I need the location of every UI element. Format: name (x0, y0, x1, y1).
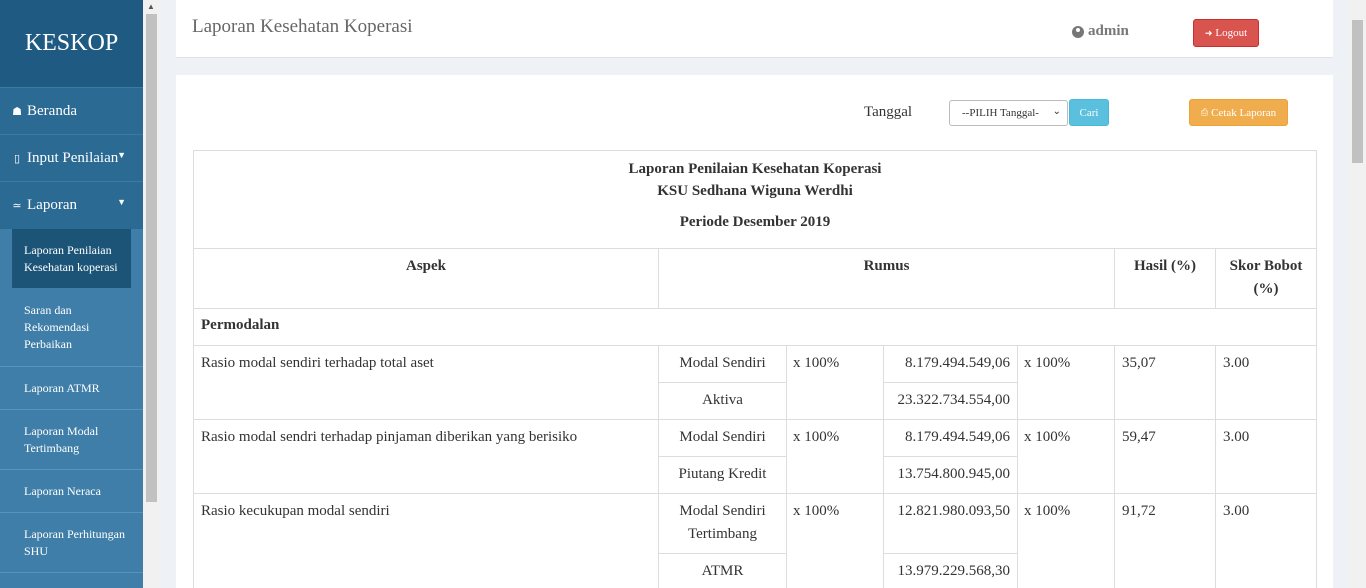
numerator-value: 8.179.494.549,06 (883, 345, 1018, 383)
page-scrollbar[interactable] (1349, 0, 1366, 588)
report-periode: Periode Desember 2019 (679, 214, 831, 230)
search-button[interactable]: Cari (1069, 99, 1109, 126)
page-title: Laporan Kesehatan Koperasi (192, 16, 413, 37)
print-report-button[interactable]: ⎙ Cetak Laporan (1189, 99, 1288, 126)
chevron-down-icon: ⌄ (1052, 106, 1061, 117)
date-select[interactable]: --PILIH Tanggal- ⌄ (949, 100, 1068, 126)
logout-label: Logout (1215, 27, 1248, 39)
aspect-name: Rasio modal sendiri terhadap total aset (193, 345, 659, 420)
aspect-name: Rasio kecukupan modal sendiri (193, 493, 659, 588)
submenu-laporan[interactable]: Laporan (0, 573, 143, 588)
column-header-rumus: Rumus (658, 248, 1115, 309)
submenu-laporan-penilaian[interactable]: Laporan Penilaian Kesehatan koperasi (12, 229, 131, 288)
denominator-label: ATMR (658, 553, 787, 588)
multiplier: x 100% (1017, 419, 1115, 494)
denominator-value: 23.322.734.554,00 (883, 382, 1018, 420)
skor-value: 3.00 (1215, 345, 1317, 420)
sidebar-item-laporan[interactable]: ≃ Laporan ▼ (0, 182, 143, 229)
username: admin (1088, 23, 1129, 39)
printer-icon: ⎙ (1200, 107, 1209, 117)
aspect-name: Rasio modal sendri terhadap pinjaman dib… (193, 419, 659, 494)
column-header-hasil: Hasil (%) (1114, 248, 1216, 309)
multiplier: x 100% (786, 419, 884, 494)
numerator-value: 8.179.494.549,06 (883, 419, 1018, 457)
caret-down-icon: ▼ (117, 150, 126, 160)
report-heading: Laporan Penilaian Kesehatan Koperasi KSU… (193, 150, 1317, 249)
numerator-label: Modal Sendiri Tertimbang (658, 493, 787, 554)
multiplier: x 100% (1017, 493, 1115, 588)
report-panel: Tanggal --PILIH Tanggal- ⌄ Cari ⎙ Cetak … (176, 75, 1333, 588)
user-menu[interactable]: admin (1072, 23, 1129, 40)
skor-value: 3.00 (1215, 493, 1317, 588)
submenu-saran-rekomendasi[interactable]: Saran dan Rekomendasi Perbaikan (0, 288, 143, 367)
column-header-skor: Skor Bobot (%) (1215, 248, 1317, 309)
submenu-laporan-atmr[interactable]: Laporan ATMR (0, 367, 143, 410)
denominator-label: Piutang Kredit (658, 456, 787, 494)
column-header-aspek: Aspek (193, 248, 659, 309)
sidebar-item-label: Laporan (27, 197, 77, 213)
document-icon: ▯ (13, 152, 21, 165)
logout-button[interactable]: ➜ Logout (1193, 19, 1259, 47)
submenu-laporan-shu[interactable]: Laporan Perhitungan SHU (0, 513, 143, 573)
scroll-up-icon[interactable]: ▲ (147, 2, 155, 11)
report-table: Laporan Penilaian Kesehatan Koperasi KSU… (193, 150, 1317, 588)
home-icon: ☗ (12, 105, 22, 118)
multiplier: x 100% (786, 493, 884, 588)
caret-down-icon: ▼ (117, 197, 126, 207)
sidebar-item-label: Beranda (27, 102, 77, 119)
report-title: Laporan Penilaian Kesehatan Koperasi (628, 161, 882, 177)
brand-logo[interactable]: KESKOP (0, 0, 143, 88)
date-label: Tanggal (864, 104, 913, 120)
denominator-value: 13.979.229.568,30 (883, 553, 1018, 588)
sidebar-item-label: Input Penilaian (27, 149, 119, 166)
submenu-laporan-modal-tertimbang[interactable]: Laporan Modal Tertimbang (0, 410, 143, 470)
logout-icon: ➜ (1204, 27, 1213, 38)
sidebar-scrollbar[interactable]: ▲ (143, 0, 160, 588)
multiplier: x 100% (1017, 345, 1115, 420)
denominator-label: Aktiva (658, 382, 787, 420)
top-header: Laporan Kesehatan Koperasi admin ➜ Logou… (176, 0, 1333, 58)
user-circle-icon (1072, 25, 1084, 38)
multiplier: x 100% (786, 345, 884, 420)
skor-value: 3.00 (1215, 419, 1317, 494)
sidebar-item-beranda[interactable]: ☗ Beranda (0, 88, 143, 135)
scrollbar-thumb[interactable] (146, 14, 157, 502)
hasil-value: 59,47 (1114, 419, 1216, 494)
laporan-submenu: Laporan Penilaian Kesehatan koperasi Sar… (0, 229, 143, 588)
numerator-label: Modal Sendiri (658, 419, 787, 457)
scrollbar-thumb[interactable] (1352, 20, 1363, 163)
denominator-value: 13.754.800.945,00 (883, 456, 1018, 494)
print-label: Cetak Laporan (1211, 106, 1277, 119)
sidebar: KESKOP ☗ Beranda ▯ Input Penilaian ▼ ≃ L… (0, 0, 143, 588)
hasil-value: 35,07 (1114, 345, 1216, 420)
date-select-value: --PILIH Tanggal- (962, 107, 1039, 119)
numerator-value: 12.821.980.093,50 (883, 493, 1018, 554)
chart-icon: ≃ (12, 200, 22, 212)
sidebar-item-input-penilaian[interactable]: ▯ Input Penilaian ▼ (0, 135, 143, 182)
submenu-laporan-neraca[interactable]: Laporan Neraca (0, 470, 143, 513)
numerator-label: Modal Sendiri (658, 345, 787, 383)
report-org: KSU Sedhana Wiguna Werdhi (657, 183, 853, 199)
section-permodalan: Permodalan (193, 308, 1317, 346)
hasil-value: 91,72 (1114, 493, 1216, 588)
